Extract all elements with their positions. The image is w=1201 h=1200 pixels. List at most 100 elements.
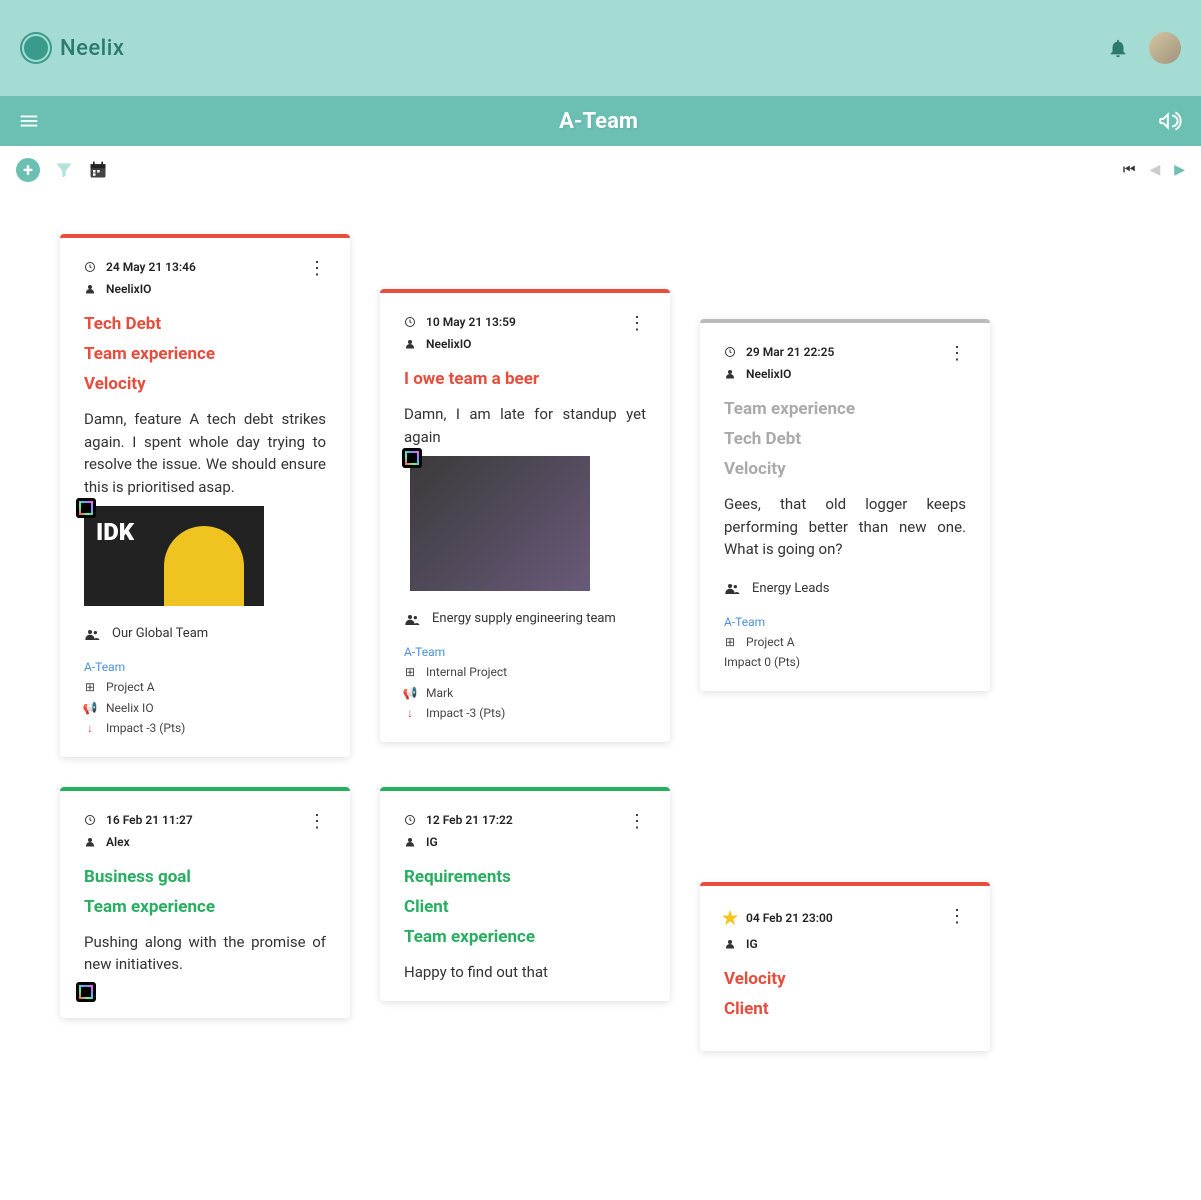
card-impact: ↓Impact -3 (Pts)	[84, 718, 326, 738]
card-author: IG	[404, 835, 513, 849]
team-icon	[84, 627, 98, 641]
feed-card: 10 May 21 13:59 NeelixIO ⋮ I owe team a …	[380, 289, 670, 742]
card-timestamp: ★04 Feb 21 23:00	[724, 908, 833, 929]
feed-card: ★04 Feb 21 23:00 IG ⋮ Velocity Client	[700, 882, 990, 1051]
giphy-badge-icon	[76, 982, 96, 1002]
speaker-icon: 📢	[404, 683, 416, 703]
brand-name: Neelix	[60, 36, 124, 61]
down-arrow-icon: ↓	[84, 718, 96, 738]
card-timestamp: 24 May 21 13:46	[84, 260, 196, 274]
card-timestamp: 12 Feb 21 17:22	[404, 813, 513, 827]
sub-header: A-Team	[0, 96, 1201, 146]
nav-prev-icon[interactable]: ◀	[1149, 162, 1160, 178]
toolbar: + ⏮ ◀ ▶	[0, 146, 1201, 194]
card-more-icon[interactable]: ⋮	[628, 315, 646, 333]
card-team: Energy Leads	[724, 581, 966, 596]
team-name: Our Global Team	[112, 626, 208, 641]
card-author: NeelixIO	[724, 367, 834, 381]
nav-first-icon[interactable]: ⏮	[1123, 162, 1136, 178]
speaker-icon: 📢	[84, 698, 96, 718]
tag: Velocity	[724, 459, 966, 479]
logo[interactable]: Neelix	[20, 32, 124, 64]
card-timestamp: 10 May 21 13:59	[404, 315, 516, 329]
calendar-icon[interactable]	[88, 160, 108, 180]
tag: Tech Debt	[84, 314, 326, 334]
card-team: Our Global Team	[84, 626, 326, 641]
card-impact: ↓Impact -3 (Pts)	[404, 703, 646, 723]
app-header: Neelix	[0, 0, 1201, 96]
card-more-icon[interactable]: ⋮	[308, 813, 326, 831]
nav-next-icon[interactable]: ▶	[1174, 162, 1185, 178]
clock-icon	[84, 261, 96, 273]
megaphone-icon[interactable]	[1157, 108, 1183, 134]
tag: Client	[404, 897, 646, 917]
tag: Velocity	[84, 374, 326, 394]
user-icon	[84, 836, 96, 848]
notifications-icon[interactable]	[1107, 37, 1129, 59]
star-icon: ★	[724, 908, 736, 929]
tag: I owe team a beer	[404, 369, 646, 389]
tag: Team experience	[84, 344, 326, 364]
user-icon	[724, 368, 736, 380]
feed-card: 16 Feb 21 11:27 Alex ⋮ Business goal Tea…	[60, 787, 350, 1018]
pagination-nav: ⏮ ◀ ▶	[1123, 162, 1185, 178]
tag: Team experience	[404, 927, 646, 947]
giphy-badge-icon	[76, 498, 96, 518]
tag: Requirements	[404, 867, 646, 887]
down-arrow-icon: ↓	[404, 703, 416, 723]
team-icon	[724, 581, 738, 595]
add-button[interactable]: +	[16, 158, 40, 182]
user-icon	[404, 836, 416, 848]
card-body-text: Pushing along with the promise of new in…	[84, 931, 326, 976]
user-avatar[interactable]	[1149, 32, 1181, 64]
card-more-icon[interactable]: ⋮	[628, 813, 646, 831]
user-icon	[404, 338, 416, 350]
feed-card: 29 Mar 21 22:25 NeelixIO ⋮ Team experien…	[700, 319, 990, 691]
card-author: NeelixIO	[404, 337, 516, 351]
card-author: IG	[724, 937, 833, 951]
filter-icon[interactable]	[54, 160, 74, 180]
project-icon: ⊞	[404, 662, 416, 682]
card-body-text: Happy to find out that	[404, 961, 646, 984]
card-body-text: Damn, I am late for standup yet again	[404, 403, 646, 448]
card-team-link[interactable]: A-Team	[724, 612, 966, 632]
author-text: NeelixIO	[106, 282, 151, 296]
hamburger-menu-icon[interactable]	[18, 110, 40, 132]
card-team-link[interactable]: A-Team	[404, 642, 646, 662]
card-impact: Impact 0 (Pts)	[724, 652, 966, 672]
team-icon	[404, 612, 418, 626]
logo-icon	[20, 32, 52, 64]
card-team: Energy supply engineering team	[404, 611, 646, 626]
tag: Tech Debt	[724, 429, 966, 449]
toolbar-left: +	[16, 158, 108, 182]
card-project: ⊞Project A	[724, 632, 966, 652]
image-caption: IDK	[96, 518, 134, 546]
project-icon: ⊞	[84, 677, 96, 697]
clock-icon	[84, 814, 96, 826]
card-speaker: 📢Mark	[404, 683, 646, 703]
card-more-icon[interactable]: ⋮	[948, 345, 966, 363]
card-image[interactable]	[410, 456, 590, 591]
giphy-badge-icon	[402, 448, 422, 468]
card-body-text: Damn, feature A tech debt strikes again.…	[84, 408, 326, 498]
card-author: Alex	[84, 835, 193, 849]
card-timestamp: 16 Feb 21 11:27	[84, 813, 193, 827]
card-more-icon[interactable]: ⋮	[948, 908, 966, 926]
page-title: A-Team	[559, 109, 638, 134]
card-team-link[interactable]: A-Team	[84, 657, 326, 677]
feed-grid: 24 May 21 13:46 NeelixIO ⋮ Tech Debt Tea…	[0, 194, 1201, 1091]
tag: Velocity	[724, 969, 966, 989]
card-author: NeelixIO	[84, 282, 196, 296]
tag: Team experience	[724, 399, 966, 419]
card-image[interactable]: IDK	[84, 506, 264, 606]
header-actions	[1107, 32, 1181, 64]
clock-icon	[404, 814, 416, 826]
clock-icon	[724, 346, 736, 358]
card-body-text: Gees, that old logger keeps performing b…	[724, 493, 966, 561]
card-project: ⊞Internal Project	[404, 662, 646, 682]
tag: Business goal	[84, 867, 326, 887]
timestamp-text: 24 May 21 13:46	[106, 260, 196, 274]
tag: Team experience	[84, 897, 326, 917]
tag: Client	[724, 999, 966, 1019]
card-more-icon[interactable]: ⋮	[308, 260, 326, 278]
